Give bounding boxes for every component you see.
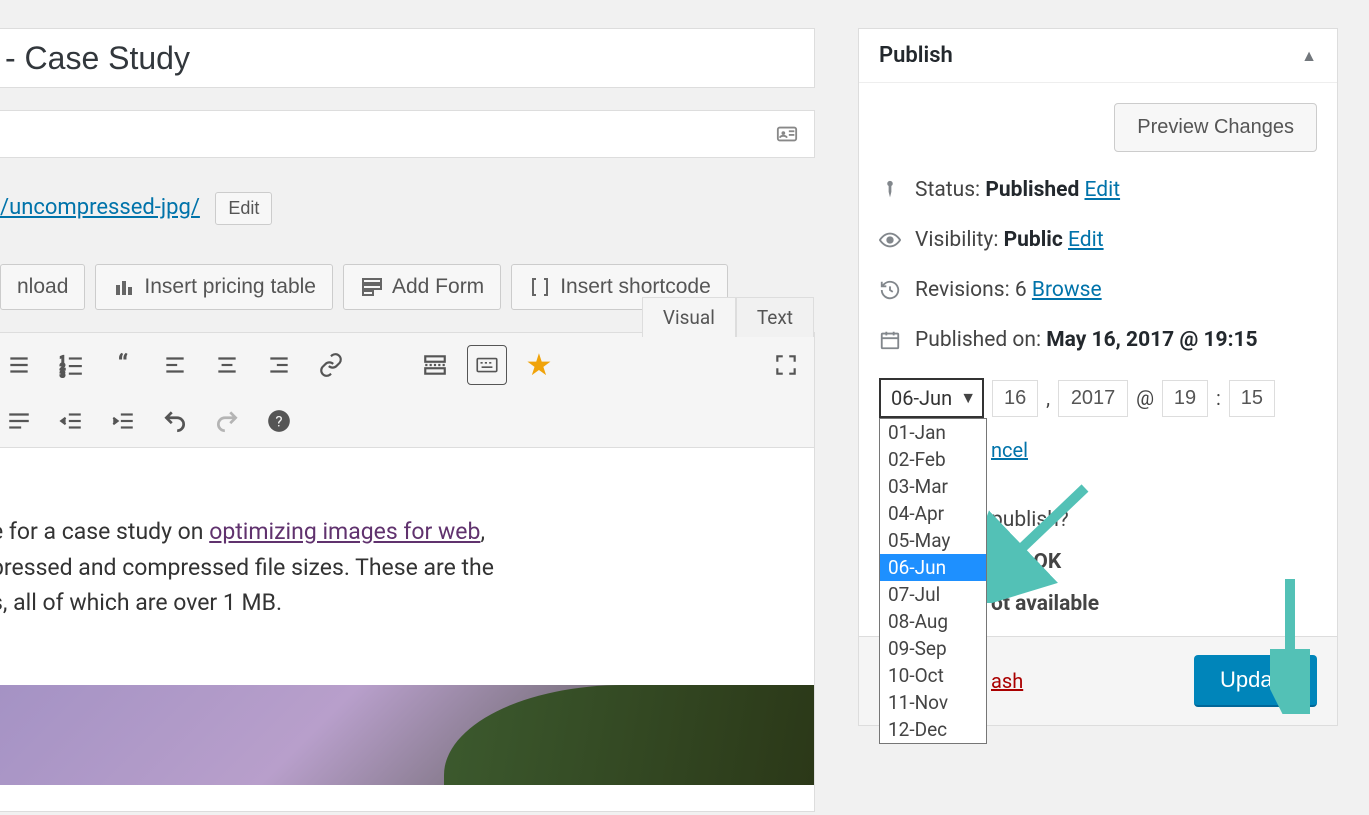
editor-box: Visual Text 123 “ [0,332,815,812]
tab-text[interactable]: Text [736,297,814,337]
month-option[interactable]: 09-Sep [880,635,986,662]
pinwheel-icon[interactable] [363,345,403,385]
help-icon[interactable]: ? [259,401,299,441]
add-form-button[interactable]: Add Form [343,264,501,310]
form-icon [360,275,384,299]
move-to-trash-link[interactable]: ash [991,669,1023,693]
redo-icon[interactable] [207,401,247,441]
publish-panel-body: Preview Changes Status: Published Edit V… [859,83,1337,636]
shortcode-icon [528,275,552,299]
month-select-wrap: 06-Jun ▼ 01-Jan 02-Feb 03-Mar 04-Apr 05-… [879,378,984,418]
content-link[interactable]: optimizing images for web [209,518,480,545]
month-dropdown: 01-Jan 02-Feb 03-Mar 04-Apr 05-May 06-Ju… [879,418,987,744]
day-input[interactable] [992,380,1038,417]
editor-content[interactable]: e for a case study on optimizing images … [0,448,814,785]
chevron-up-icon: ▲ [1301,46,1317,66]
indent-icon[interactable] [103,401,143,441]
align-left-icon[interactable] [155,345,195,385]
star-icon[interactable]: ★ [519,345,559,385]
download-button[interactable]: nload [0,264,85,310]
tab-visual[interactable]: Visual [642,297,736,337]
content-image [0,685,814,785]
month-option[interactable]: 03-Mar [880,473,986,500]
edit-status-link[interactable]: Edit [1085,178,1121,202]
bar-chart-icon [112,275,136,299]
fullscreen-icon[interactable] [766,345,806,385]
undo-icon[interactable] [155,401,195,441]
outdent-icon[interactable] [51,401,91,441]
year-input[interactable] [1058,380,1128,417]
align-right-icon[interactable] [259,345,299,385]
sub-panel [0,110,815,158]
browse-revisions-link[interactable]: Browse [1032,278,1102,302]
paragraph-icon[interactable] [0,401,39,441]
published-on-row: Published on: May 16, 2017 @ 19:15 [879,328,1317,352]
month-option[interactable]: 12-Dec [880,716,986,743]
hour-input[interactable] [1162,380,1208,417]
month-select[interactable]: 06-Jun [879,378,984,418]
read-more-icon[interactable] [415,345,455,385]
svg-text:3: 3 [60,370,65,378]
publish-panel-header[interactable]: Publish ▲ [859,29,1337,83]
month-option[interactable]: 07-Jul [880,581,986,608]
visibility-row: Visibility: Public Edit [879,228,1317,252]
pin-icon [879,179,901,201]
permalink-link[interactable]: /uncompressed-jpg/ [0,195,200,220]
revisions-icon [879,279,901,301]
month-option[interactable]: 08-Aug [880,608,986,635]
align-center-icon[interactable] [207,345,247,385]
date-editor: 06-Jun ▼ 01-Jan 02-Feb 03-Mar 04-Apr 05-… [879,378,1317,418]
editor-tabs: Visual Text [642,297,814,337]
calendar-icon [879,329,901,351]
permalink-row: /uncompressed-jpg/ Edit [0,192,272,225]
annotation-arrow-icon [1270,574,1310,714]
editor-toolbar: 123 “ ★ [0,333,814,448]
minute-input[interactable] [1229,380,1275,417]
post-title-input[interactable] [0,28,815,88]
month-option[interactable]: 02-Feb [880,446,986,473]
svg-text:?: ? [275,412,282,430]
editor-column: /uncompressed-jpg/ Edit nload Insert pri… [0,0,815,815]
numbered-list-icon[interactable]: 123 [51,345,91,385]
preview-changes-button[interactable]: Preview Changes [1114,103,1317,152]
edit-visibility-link[interactable]: Edit [1068,228,1104,252]
month-option-selected[interactable]: 06-Jun [880,554,986,581]
month-option[interactable]: 10-Oct [880,662,986,689]
publish-panel: Publish ▲ Preview Changes Status: Publis… [858,28,1338,726]
revisions-row: Revisions: 6 Browse [879,278,1317,302]
month-option[interactable]: 01-Jan [880,419,986,446]
media-button-row: nload Insert pricing table Add Form Inse… [0,264,728,310]
blockquote-icon[interactable]: “ [103,345,143,385]
justify-icon[interactable] [0,345,39,385]
month-option[interactable]: 11-Nov [880,689,986,716]
month-option[interactable]: 05-May [880,527,986,554]
edit-permalink-button[interactable]: Edit [215,192,272,225]
cancel-date-link[interactable]: ncel [991,438,1028,462]
eye-icon [879,229,901,251]
publish-heading: Publish [879,43,953,68]
status-row: Status: Published Edit [879,178,1317,202]
insert-pricing-table-button[interactable]: Insert pricing table [95,264,333,310]
link-icon[interactable] [311,345,351,385]
keyboard-icon[interactable] [467,345,507,385]
month-option[interactable]: 04-Apr [880,500,986,527]
id-card-icon [774,123,800,145]
date-action-row: ncel [991,438,1317,462]
